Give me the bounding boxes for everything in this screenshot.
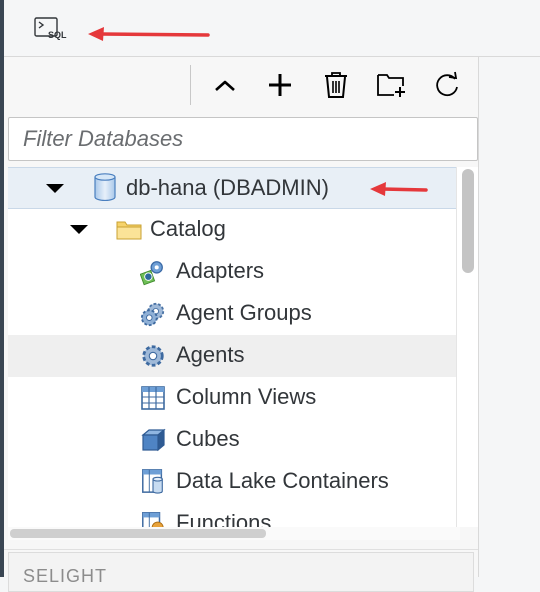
tree-label-adapters: Adapters [176,258,265,283]
functions-icon [140,510,166,527]
tree-row-cubes[interactable]: Cubes [8,419,460,461]
plus-icon [269,74,291,96]
add-folder-button[interactable] [377,69,407,101]
tree-label-functions: Functions [176,510,272,527]
tree-row-catalog[interactable]: Catalog [8,209,460,251]
sql-console-label: SQL [48,30,67,40]
gear-icon [140,343,166,369]
top-bar: SQL [4,0,540,57]
chevron-up-icon [215,80,235,91]
remove-database-button[interactable] [321,69,351,101]
database-tree: db-hana (DBADMIN) Catalog Adapters Agent… [8,167,460,527]
tree-label-data-lake-containers: Data Lake Containers [176,468,389,493]
annotation-arrow-tree [370,182,428,196]
sql-console-button[interactable]: SQL [34,17,72,41]
tree-row-functions[interactable]: Functions [8,503,460,527]
filter-databases-input[interactable] [8,117,478,161]
bottom-panel-header[interactable]: SELIGHT [8,552,474,592]
add-database-button[interactable] [265,69,295,101]
folder-plus-icon [377,74,405,97]
tree-label-agents: Agents [176,342,245,367]
sql-console-icon: SQL [34,17,67,40]
explorer-toolbar [4,57,478,117]
cube-icon [140,427,166,453]
tree-horizontal-scrollbar[interactable] [8,527,460,540]
tree-label-cubes: Cubes [176,426,240,451]
tree-row-adapters[interactable]: Adapters [8,251,460,293]
tree-row-data-lake-containers[interactable]: Data Lake Containers [8,461,460,503]
annotation-arrow-top [88,27,210,41]
tree-label-agent-groups: Agent Groups [176,300,312,325]
tree-row-agents[interactable]: Agents [8,335,460,377]
tree-row-column-views[interactable]: Column Views [8,377,460,419]
folder-icon [116,217,142,243]
refresh-button[interactable] [432,69,462,101]
tree-row-agent-groups[interactable]: Agent Groups [8,293,460,335]
agent-groups-icon [140,301,166,327]
tree-label-db-hana: db-hana (DBADMIN) [126,175,329,200]
expand-caret-icon[interactable] [70,225,88,234]
expand-caret-icon[interactable] [46,184,64,193]
tree-label-catalog: Catalog [150,216,226,241]
collapse-all-button[interactable] [210,69,240,101]
container-icon [140,468,166,494]
trash-icon [325,72,347,98]
horizontal-scroll-thumb[interactable] [10,529,266,538]
tree-label-column-views: Column Views [176,384,317,409]
table-grid-icon [140,385,166,411]
database-icon [92,173,118,201]
refresh-icon [436,71,458,97]
tree-vertical-scrollbar[interactable] [456,167,478,527]
toolbar-separator [190,65,191,105]
vertical-scroll-thumb[interactable] [462,169,474,273]
database-explorer-panel: db-hana (DBADMIN) Catalog [4,57,478,592]
bottom-panel: SELIGHT [4,549,478,592]
editor-area-edge [478,57,540,577]
adapter-icon [140,259,166,286]
